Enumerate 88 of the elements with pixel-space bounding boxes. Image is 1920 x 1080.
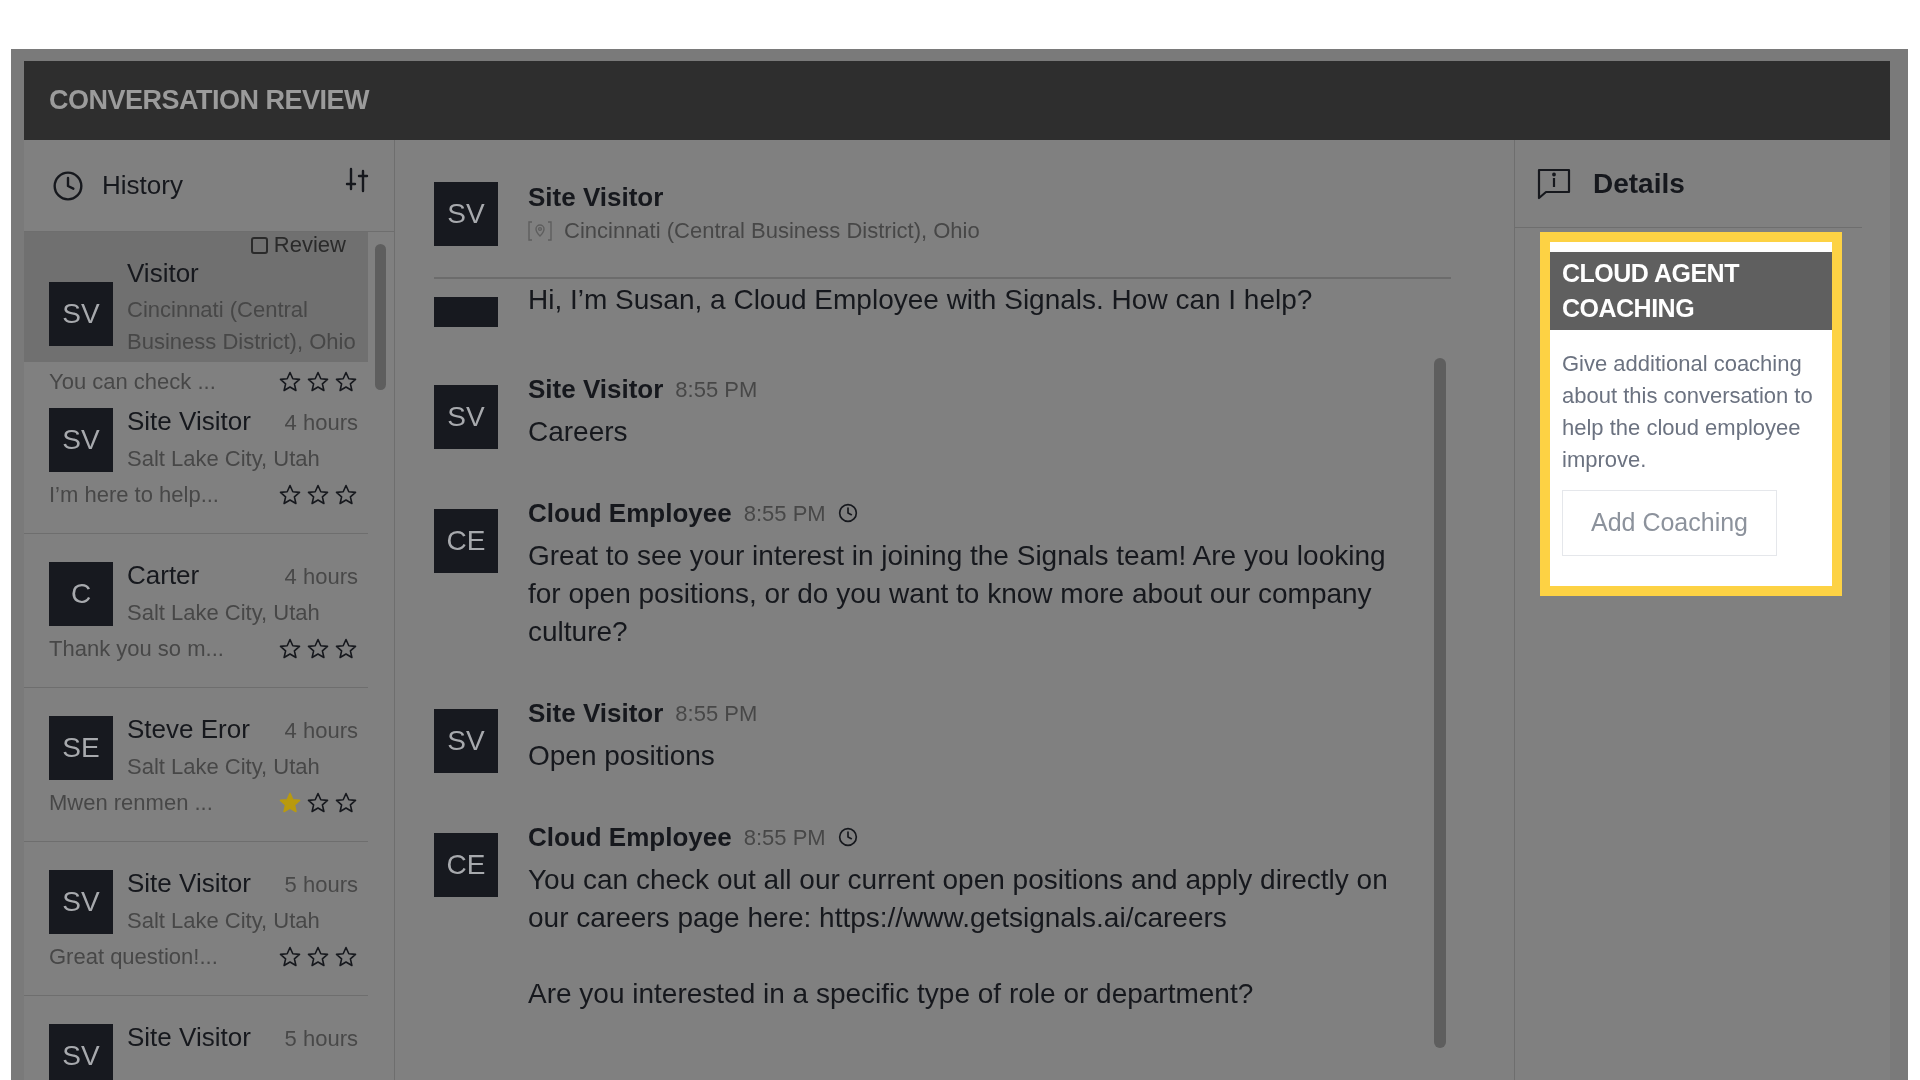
- time-ago: 5 hours: [284, 1025, 358, 1053]
- conversation-item[interactable]: C Carter 4 hours Salt Lake City, Utah Thank you so m...: [24, 534, 368, 688]
- star-icon: [306, 791, 330, 815]
- sender-name: Cloud Employee: [528, 821, 732, 854]
- clock-icon: [837, 827, 858, 847]
- star-icon: [334, 637, 358, 661]
- contact-name: Site Visitor: [127, 867, 251, 900]
- contact-name: Steve Eror: [127, 713, 250, 746]
- contact-name: Carter: [127, 559, 200, 592]
- page-title: CONVERSATION REVIEW: [49, 84, 370, 118]
- avatar: SV: [434, 181, 498, 246]
- info-icon: [1537, 167, 1571, 200]
- checkbox[interactable]: [250, 236, 268, 254]
- star-icon: [334, 483, 358, 507]
- avatar: SV: [434, 385, 498, 449]
- star-icon: [306, 370, 330, 394]
- location-pin-icon: [528, 219, 552, 242]
- card-title: CLOUD AGENT COACHING: [1550, 252, 1832, 330]
- avatar: CE: [434, 833, 498, 897]
- star-icon: [278, 637, 302, 661]
- message-text: Open positions: [528, 739, 716, 773]
- star-icon: [306, 945, 330, 969]
- message-preview: You can check ...: [49, 368, 217, 396]
- star-icon: [306, 637, 330, 661]
- star-rating[interactable]: [278, 791, 358, 815]
- scrollbar[interactable]: [375, 244, 386, 390]
- time-ago: 4 hours: [284, 717, 358, 745]
- location: Salt Lake City, Utah: [127, 753, 321, 781]
- avatar: SV: [49, 870, 113, 934]
- message-text: Careers: [528, 415, 629, 449]
- sender-name: Cloud Employee: [528, 497, 732, 530]
- star-icon: [278, 483, 302, 507]
- location: Salt Lake City, Utah: [127, 599, 321, 627]
- avatar: C: [49, 562, 113, 626]
- time-ago: 5 hours: [284, 871, 358, 899]
- avatar: SV: [434, 709, 498, 773]
- star-icon: [334, 945, 358, 969]
- avatar: SE: [49, 716, 113, 780]
- contact-name: Site Visitor: [127, 405, 251, 438]
- message-time: 8:55 PM: [675, 699, 758, 728]
- star-icon: [278, 945, 302, 969]
- avatar: SV: [49, 408, 113, 472]
- avatar: SV: [49, 282, 113, 346]
- message-text: Great to see your interest in joining the Signals team! Are you looking for open positions, or do you want to know more about our company culture?: [528, 539, 1387, 649]
- review-label: Review: [273, 232, 346, 258]
- message-preview: I’m here to help...: [49, 481, 220, 509]
- contact-name: Visitor: [127, 257, 199, 290]
- message-text: Are you interested in a specific type of role or department?: [528, 977, 1255, 1011]
- star-icon: [334, 791, 358, 815]
- message-preview: Mwen renmen ...: [49, 789, 214, 817]
- panel-title: Details: [1593, 166, 1685, 201]
- location: Salt Lake City, Utah: [127, 445, 321, 473]
- sender-name: Site Visitor: [528, 697, 664, 730]
- star-rating[interactable]: [278, 945, 358, 969]
- star-icon: [278, 370, 302, 394]
- history-icon: [52, 169, 84, 202]
- contact-name: Site Visitor: [528, 181, 665, 214]
- time-ago: 4 hours: [284, 563, 358, 591]
- conversation-item[interactable]: SV Site Visitor 4 hours Salt Lake City, Utah I’m here to help...: [24, 398, 368, 534]
- panel-title: History: [102, 169, 183, 202]
- avatar: SV: [49, 1024, 113, 1080]
- message-time: 8:55 PM: [675, 375, 758, 404]
- message-preview: Great question!...: [49, 943, 219, 971]
- location: Salt Lake City, Utah: [127, 907, 321, 935]
- contact-name: Site Visitor: [127, 1021, 251, 1054]
- star-icon: [278, 791, 302, 815]
- scrollbar[interactable]: [1434, 358, 1446, 1048]
- star-icon: [306, 483, 330, 507]
- sender-name: Site Visitor: [528, 373, 664, 406]
- star-rating[interactable]: [278, 637, 358, 661]
- message-text: You can check out all our current open positions and apply directly on our careers page here: https://www.getsignals.ai/careers: [528, 863, 1389, 935]
- conversation-item[interactable]: SE Steve Eror 4 hours Salt Lake City, Utah Mwen renmen ...: [24, 688, 368, 842]
- star-rating[interactable]: [278, 483, 358, 507]
- clock-icon: [837, 503, 858, 523]
- time-ago: 4 hours: [284, 409, 358, 437]
- message-preview: Thank you so m...: [49, 635, 225, 663]
- location: Cincinnati (Central Business District), Ohio: [564, 217, 980, 245]
- card-description: Give additional coaching about this conversation to help the cloud employee improve.: [1562, 350, 1814, 474]
- avatar: [434, 297, 498, 327]
- message-text: Hi, I’m Susan, a Cloud Employee with Signals. How can I help?: [528, 283, 1313, 317]
- star-rating[interactable]: [278, 370, 358, 394]
- conversation-item[interactable]: SV Site Visitor 5 hours: [24, 996, 368, 1080]
- message-time: 8:55 PM: [743, 823, 826, 852]
- sort-icon[interactable]: [345, 166, 369, 193]
- message-time: 8:55 PM: [743, 499, 826, 528]
- conversation-item[interactable]: SV Site Visitor 5 hours Salt Lake City, Utah Great question!...: [24, 842, 368, 996]
- avatar: CE: [434, 509, 498, 573]
- star-icon: [334, 370, 358, 394]
